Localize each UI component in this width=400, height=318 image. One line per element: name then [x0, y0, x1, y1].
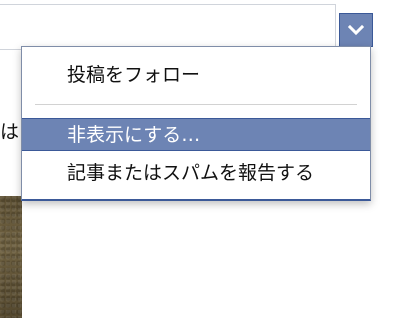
menu-item-report-spam[interactable]: 記事またはスパムを報告する	[22, 157, 370, 190]
partial-post-text: は か	[0, 121, 22, 143]
post-options-menu: 投稿をフォロー 非表示にする… 記事またはスパムを報告する	[21, 46, 371, 201]
menu-divider	[35, 104, 357, 105]
menu-item-follow-post[interactable]: 投稿をフォロー	[22, 59, 370, 92]
menu-item-hide[interactable]: 非表示にする…	[22, 118, 370, 151]
post-options-button[interactable]	[339, 13, 373, 47]
post-container	[0, 4, 336, 50]
chevron-down-icon	[347, 21, 365, 40]
partial-photo	[0, 196, 22, 318]
